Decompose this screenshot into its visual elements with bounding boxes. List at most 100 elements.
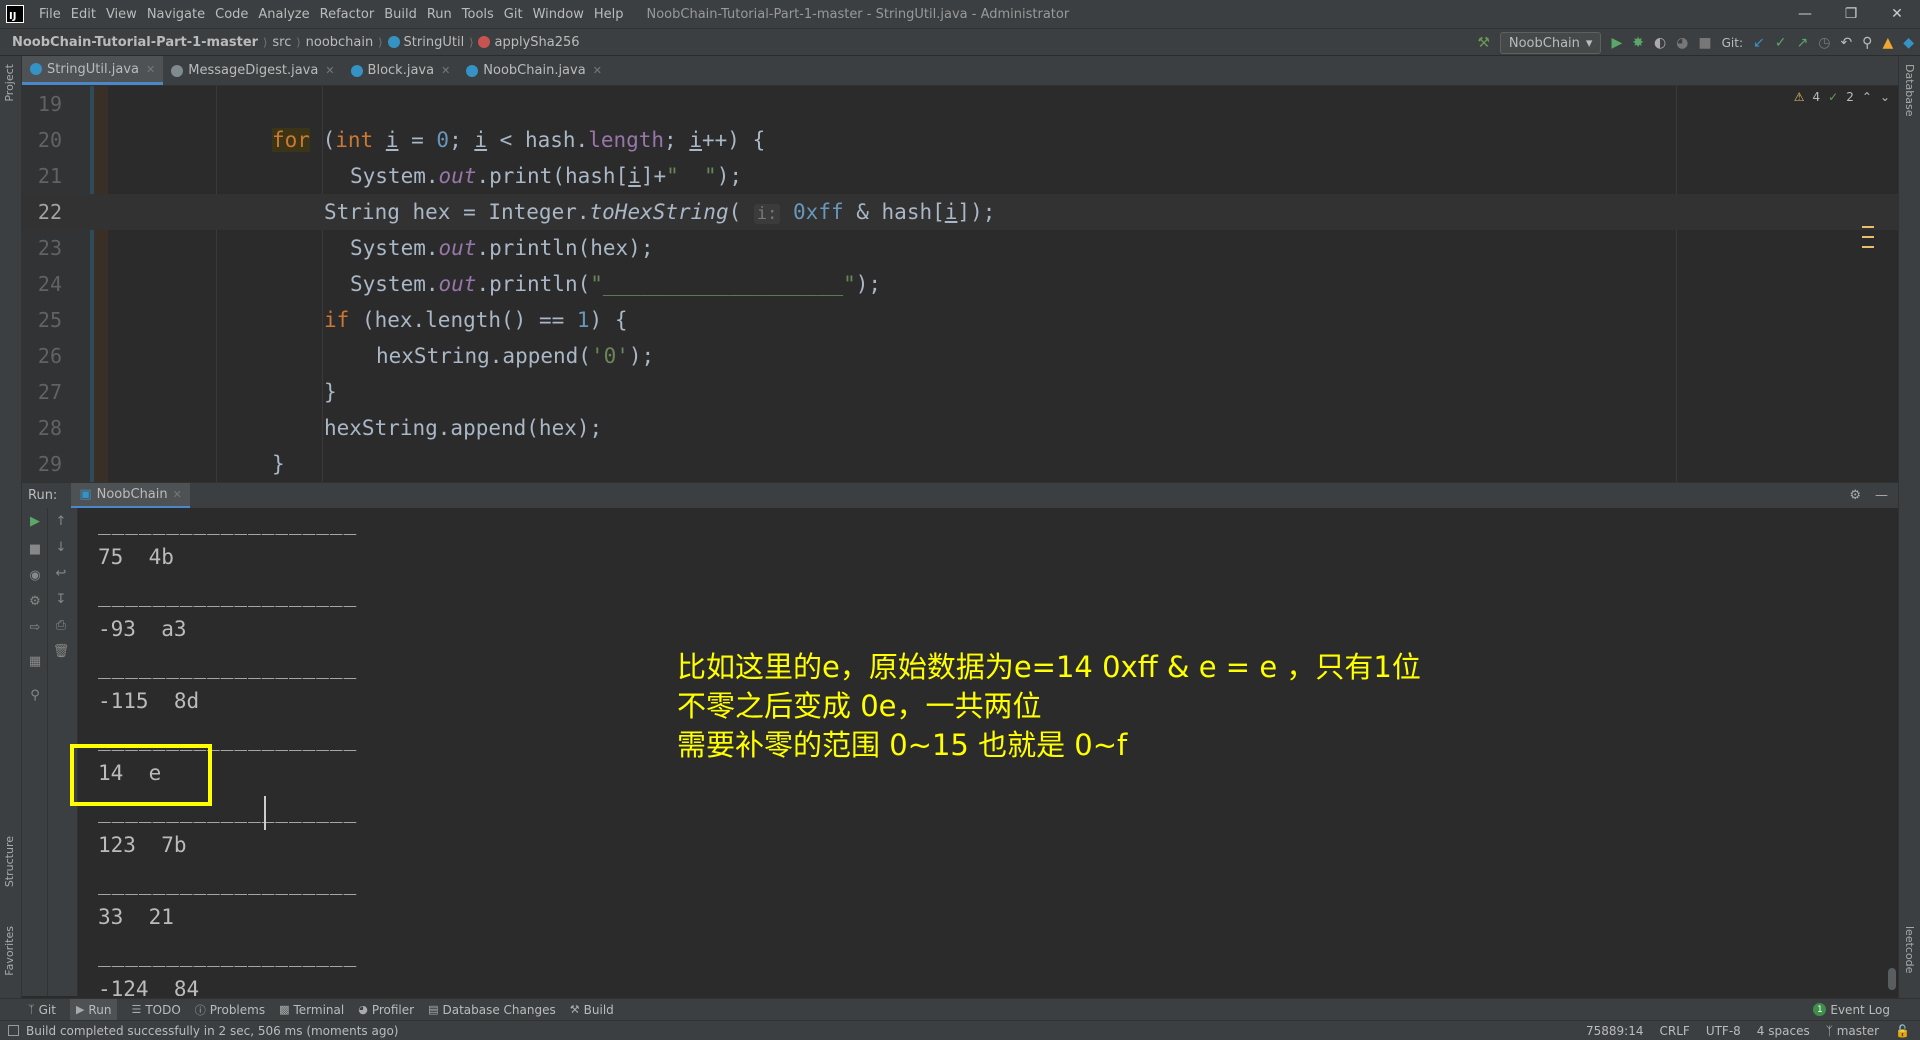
tool-profiler[interactable]: ◕ Profiler	[358, 1003, 414, 1017]
exit-icon[interactable]: ⇨	[22, 620, 48, 635]
plugin-icon[interactable]: ◆	[1903, 35, 1914, 51]
run-icon[interactable]: ▶	[1611, 35, 1622, 51]
restore-icon[interactable]: ❐	[1828, 0, 1874, 28]
structure-tool-tab[interactable]: Structure	[3, 836, 16, 887]
tab-messagedigest[interactable]: MessageDigest.java ✕	[163, 56, 342, 85]
rollback-icon[interactable]: ↶	[1840, 35, 1852, 51]
tool-database-changes[interactable]: ▤ Database Changes	[428, 1003, 556, 1017]
breadcrumb-src[interactable]: src	[272, 35, 291, 50]
favorites-tool-tab[interactable]: Favorites	[3, 926, 16, 976]
menu-view[interactable]: View	[101, 7, 142, 22]
breadcrumb-project[interactable]: NoobChain-Tutorial-Part-1-master	[12, 35, 258, 50]
menu-code[interactable]: Code	[210, 7, 253, 22]
chevron-down-icon[interactable]: ⌄	[1880, 90, 1890, 104]
menu-analyze[interactable]: Analyze	[253, 7, 314, 22]
menu-edit[interactable]: Edit	[66, 7, 101, 22]
coverage-icon[interactable]: ◐	[1654, 35, 1666, 51]
close-icon[interactable]: ✕	[441, 64, 450, 77]
error-stripe[interactable]	[1862, 126, 1874, 466]
lock-icon[interactable]: 🔓	[1895, 1024, 1910, 1038]
camera-icon[interactable]: ◉	[22, 568, 48, 583]
check-icon: ✓	[1828, 90, 1839, 104]
menu-window[interactable]: Window	[528, 7, 589, 22]
close-icon[interactable]: ✕	[325, 64, 334, 77]
warning-marker[interactable]	[1862, 246, 1874, 248]
code-editor[interactable]: 19 20 for (int i = 0; i < hash.length; i…	[22, 86, 1898, 482]
stop-icon[interactable]: ■	[1698, 35, 1711, 51]
event-log-button[interactable]: 1 Event Log	[1813, 1003, 1890, 1017]
search-icon[interactable]: ⚲	[1862, 35, 1872, 51]
run-config-select[interactable]: NoobChain ▾	[1499, 32, 1602, 54]
trash-icon[interactable]: 🗑	[48, 644, 74, 659]
gear-icon[interactable]: ⚙	[1849, 488, 1861, 503]
git-push-icon[interactable]: ↗	[1796, 35, 1808, 51]
debug-icon[interactable]: ✸	[1632, 35, 1644, 51]
menu-git[interactable]: Git	[499, 7, 528, 22]
layout-icon[interactable]: ▦	[22, 654, 48, 669]
database-tool-tab[interactable]: Database	[1903, 64, 1916, 117]
console-line: 123 7b	[98, 833, 187, 857]
menu-run[interactable]: Run	[422, 7, 457, 22]
breadcrumb-class[interactable]: StringUtil	[404, 35, 465, 50]
scroll-to-end-icon[interactable]: ↧	[48, 592, 74, 607]
tool-build[interactable]: ⚒ Build	[570, 1003, 614, 1017]
console-line: 75 4b	[98, 545, 174, 569]
menu-refactor[interactable]: Refactor	[315, 7, 380, 22]
arrow-down-icon[interactable]: ↓	[48, 540, 74, 555]
tool-terminal[interactable]: ▩ Terminal	[279, 1003, 344, 1017]
indent-setting[interactable]: 4 spaces	[1757, 1024, 1810, 1038]
close-icon[interactable]: ✕	[1874, 0, 1920, 28]
file-encoding[interactable]: UTF-8	[1706, 1024, 1741, 1038]
line-separator[interactable]: CRLF	[1660, 1024, 1690, 1038]
stop-icon[interactable]: ■	[22, 542, 48, 557]
update-icon[interactable]: ▲	[1882, 35, 1893, 51]
hide-icon[interactable]: —	[1875, 488, 1888, 503]
tool-run[interactable]: ▶ Run	[69, 998, 118, 1021]
arrow-up-icon[interactable]: ↑	[48, 514, 74, 529]
menu-tools[interactable]: Tools	[457, 7, 499, 22]
code-line-current: 22 String hex = Integer.toHexString( i: …	[22, 194, 1898, 230]
terminal-icon: ▩	[279, 1003, 290, 1016]
caret-position[interactable]: 75889:14	[1586, 1024, 1644, 1038]
menu-file[interactable]: File	[34, 7, 66, 22]
warning-marker[interactable]	[1862, 226, 1874, 228]
build-hammer-icon[interactable]: ⚒	[1477, 35, 1490, 51]
status-message[interactable]: Build completed successfully in 2 sec, 5…	[26, 1024, 398, 1038]
warning-marker[interactable]	[1862, 236, 1874, 238]
tool-git[interactable]: ᛉ Git	[28, 1003, 56, 1017]
project-tool-tab[interactable]: Project	[3, 64, 16, 102]
menu-help[interactable]: Help	[589, 7, 629, 22]
chevron-up-icon[interactable]: ⌃	[1862, 90, 1872, 104]
git-update-icon[interactable]: ↙	[1753, 35, 1765, 51]
inspection-widget[interactable]: ⚠ 4 ✓ 2 ⌃ ⌄	[1794, 90, 1890, 104]
leetcode-tool-tab[interactable]: leetcode	[1903, 926, 1916, 973]
pin-icon[interactable]: ⚲	[22, 688, 48, 703]
history-icon[interactable]: ◷	[1818, 35, 1830, 51]
breadcrumb-package[interactable]: noobchain	[306, 35, 374, 50]
soft-wrap-icon[interactable]: ↩	[48, 566, 74, 581]
tool-todo[interactable]: ☰ TODO	[131, 1003, 180, 1017]
toggle-toolwindows-icon[interactable]	[8, 1025, 19, 1036]
profile-icon[interactable]: ◕	[1676, 35, 1688, 51]
menu-navigate[interactable]: Navigate	[142, 7, 210, 22]
settings-icon[interactable]: ⚙	[22, 594, 48, 609]
tab-noobchain[interactable]: NoobChain.java ✕	[458, 56, 610, 85]
git-branch[interactable]: ᛉ master	[1826, 1024, 1879, 1038]
close-icon[interactable]: ✕	[173, 488, 182, 501]
menu-build[interactable]: Build	[379, 7, 422, 22]
print-icon[interactable]: ⎙	[48, 618, 74, 633]
run-tab-noobchain[interactable]: ▣ NoobChain ✕	[71, 482, 190, 509]
breadcrumb-method[interactable]: applySha256	[494, 35, 579, 50]
git-commit-icon[interactable]: ✓	[1775, 35, 1787, 51]
close-icon[interactable]: ✕	[146, 63, 155, 76]
minimize-icon[interactable]: —	[1782, 0, 1828, 28]
rerun-icon[interactable]: ▶	[22, 514, 48, 529]
line-number: 29	[37, 452, 62, 476]
menu-bar: IJ File Edit View Navigate Code Analyze …	[0, 0, 1920, 28]
close-icon[interactable]: ✕	[593, 64, 602, 77]
tab-stringutil[interactable]: StringUtil.java ✕	[22, 56, 164, 85]
run-console-panel: ▶ ■ ◉ ⚙ ⇨ ▦ ⚲ ↑ ↓ ↩ ↧ ⎙ 🗑 ______________…	[22, 508, 1898, 996]
console-scrollbar[interactable]	[1888, 968, 1896, 990]
tool-problems[interactable]: ⓘ Problems	[195, 1002, 265, 1018]
tab-block[interactable]: Block.java ✕	[343, 56, 459, 85]
